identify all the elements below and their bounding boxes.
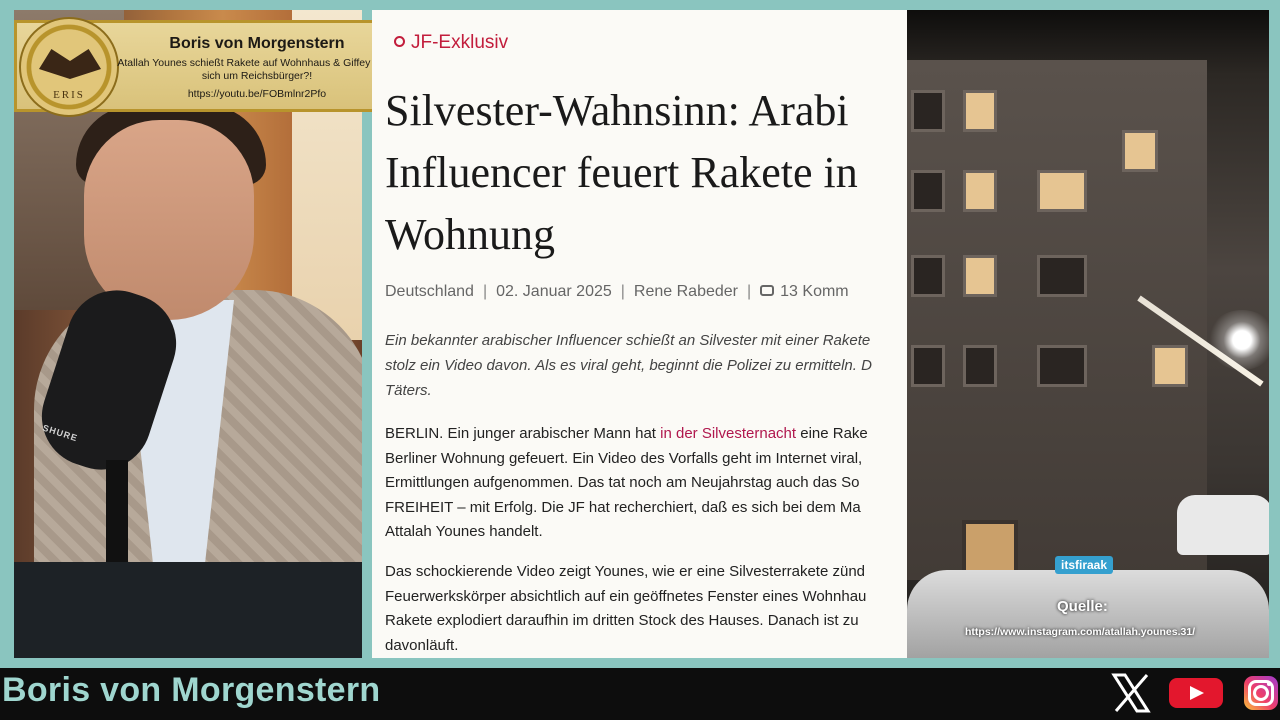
paragraph-line: Berliner Wohnung gefeuert. Ein Video des…: [385, 449, 863, 467]
window: [911, 90, 945, 132]
x-icon[interactable]: [1110, 672, 1152, 714]
paragraph-line: davonläuft.: [385, 636, 459, 654]
lower-third-banner: ERIS Boris von Morgenstern Atallah Youne…: [14, 17, 398, 117]
banner-subtitle: Atallah Younes schießt Rakete auf Wohnha…: [117, 57, 397, 82]
play-icon: [1190, 686, 1204, 700]
lead-line: stolz ein Video davon. Als es viral geht…: [385, 357, 872, 374]
microphone-stand: [106, 460, 128, 570]
window: [911, 255, 945, 297]
meta-divider: |: [482, 283, 488, 300]
instagram-lens: [1253, 685, 1269, 701]
meta-comments[interactable]: 13 Komm: [780, 283, 848, 300]
paragraph-line: Attalah Younes handelt.: [385, 523, 543, 540]
comment-icon: [760, 285, 775, 296]
paragraph-text: BERLIN. Ein junger arabischer Mann hat: [385, 425, 661, 442]
paragraph-line: Ermittlungen aufgenommen. Das tat noch a…: [385, 474, 860, 491]
article-lead: Ein bekannter arabischer Influencer schi…: [385, 328, 908, 403]
meta-date: 02. Januar 2025: [496, 283, 612, 300]
window: [1037, 255, 1087, 297]
window: [963, 90, 997, 132]
exclusive-tag-label: JF-Exklusiv: [411, 32, 509, 53]
article-headline: Silvester-Wahnsinn: Arabi Influencer feu…: [385, 80, 908, 266]
window: [1122, 130, 1158, 172]
firework-spark: [1207, 310, 1269, 370]
paragraph-line: Das schockierende Video zeigt Younes, wi…: [385, 563, 866, 580]
banner-title: Boris von Morgenstern: [169, 35, 345, 52]
headline-line: Wohnung: [385, 210, 556, 259]
source-url[interactable]: https://www.instagram.com/atallah.younes…: [965, 626, 1195, 638]
meta-divider: |: [620, 283, 625, 300]
record-icon: [394, 36, 405, 47]
silvesternacht-link[interactable]: in der Silvesternacht: [660, 425, 796, 442]
window: [911, 345, 945, 387]
exclusive-tag[interactable]: JF-Exklusiv: [394, 32, 508, 54]
paragraph-line: Feuerwerkskörper absichtlich auf ein geö…: [385, 587, 867, 605]
window: [963, 170, 997, 212]
user-tag: itsfiraak: [1055, 556, 1114, 574]
bottom-bar: Boris von Morgenstern: [0, 668, 1280, 720]
window: [1037, 345, 1087, 387]
window: [1152, 345, 1188, 387]
logo-text: ERIS: [53, 89, 85, 101]
headline-line: Silvester-Wahnsinn: Arabi: [385, 86, 849, 135]
article-paragraph-2: Das schockierende Video zeigt Younes, wi…: [385, 560, 908, 658]
eris-logo: ERIS: [19, 17, 119, 117]
channel-name: Boris von Morgenstern: [2, 671, 381, 709]
parked-car: [1177, 495, 1269, 555]
desk: [14, 562, 362, 658]
building-facade: [907, 60, 1207, 608]
youtube-icon[interactable]: [1169, 678, 1223, 708]
source-label: Quelle:: [1057, 598, 1108, 615]
article-panel: JF-Exklusiv Silvester-Wahnsinn: Arabi In…: [372, 10, 908, 658]
meta-category[interactable]: Deutschland: [385, 283, 474, 300]
paragraph-line: FREIHEIT – mit Erfolg. Die JF hat recher…: [385, 498, 861, 516]
paragraph-text: eine Rake: [796, 425, 868, 442]
paragraph-line: BERLIN. Ein junger arabischer Mann hat i…: [385, 422, 908, 447]
window: [963, 255, 997, 297]
instagram-dot: [1267, 682, 1271, 686]
article-paragraph-1: BERLIN. Ein junger arabischer Mann hat i…: [385, 422, 908, 545]
winged-figure-icon: [39, 49, 101, 79]
article-meta: Deutschland | 02. Januar 2025 | Rene Rabeder…: [385, 283, 849, 301]
meta-author[interactable]: Rene Rabeder: [634, 283, 738, 300]
meta-divider: |: [747, 283, 752, 300]
banner-url[interactable]: https://youtu.be/FOBmlnr2Pfo: [117, 88, 397, 100]
instagram-icon[interactable]: [1244, 676, 1278, 710]
window: [911, 170, 945, 212]
window: [963, 345, 997, 387]
window: [1037, 170, 1087, 212]
video-clip: itsfiraak Quelle: https://www.instagram.…: [907, 10, 1269, 658]
lead-line: Täters.: [385, 382, 432, 399]
lead-line: Ein bekannter arabischer Influencer schi…: [385, 332, 871, 349]
paragraph-line: Rakete explodiert daraufhin im dritten S…: [385, 612, 859, 629]
headline-line: Influencer feuert Rakete in: [385, 148, 858, 197]
